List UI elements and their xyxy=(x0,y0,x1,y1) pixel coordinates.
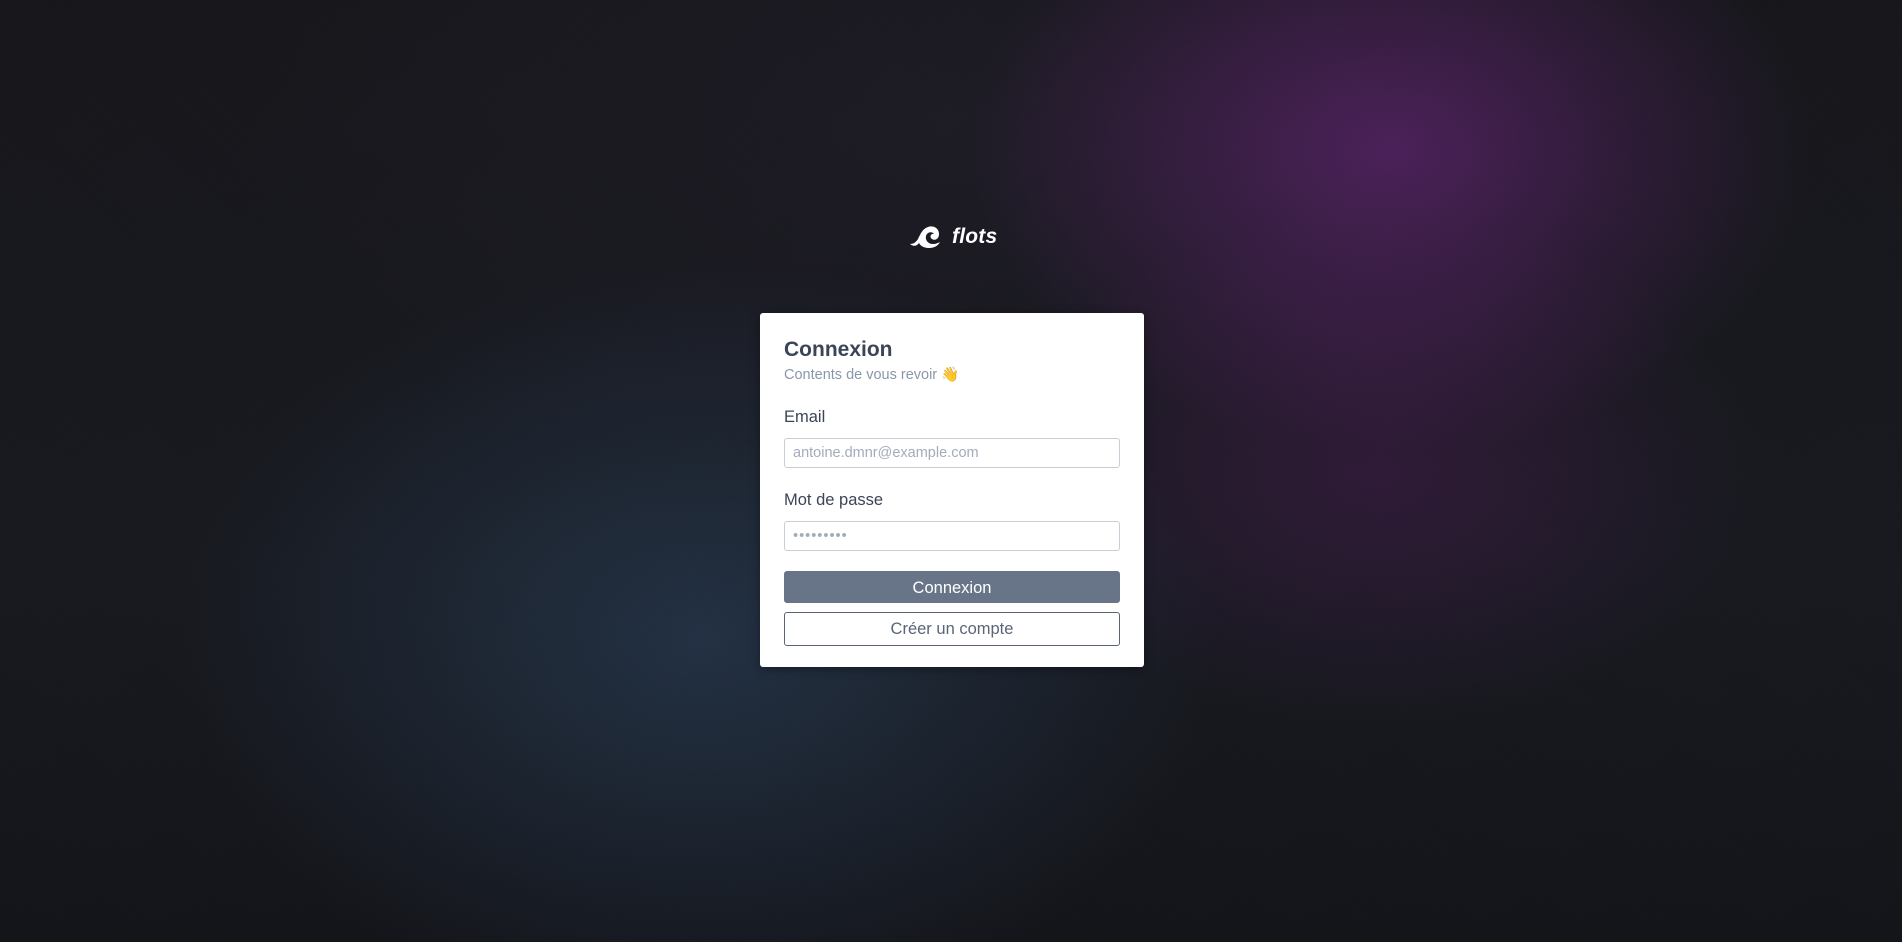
password-field[interactable] xyxy=(784,521,1120,551)
email-field[interactable] xyxy=(784,438,1120,468)
password-label: Mot de passe xyxy=(784,491,884,509)
brand-name: flots xyxy=(952,225,998,248)
login-title: Connexion xyxy=(784,338,893,361)
brand-logo: flots xyxy=(908,222,997,252)
login-card: Connexion Contents de vous revoir 👋 Emai… xyxy=(760,313,1144,667)
login-subtitle: Contents de vous revoir 👋 xyxy=(784,367,960,383)
create-account-button[interactable]: Créer un compte xyxy=(784,612,1120,646)
email-label: Email xyxy=(784,408,826,426)
wave-logo-icon xyxy=(910,226,940,248)
login-button[interactable]: Connexion xyxy=(784,571,1120,603)
